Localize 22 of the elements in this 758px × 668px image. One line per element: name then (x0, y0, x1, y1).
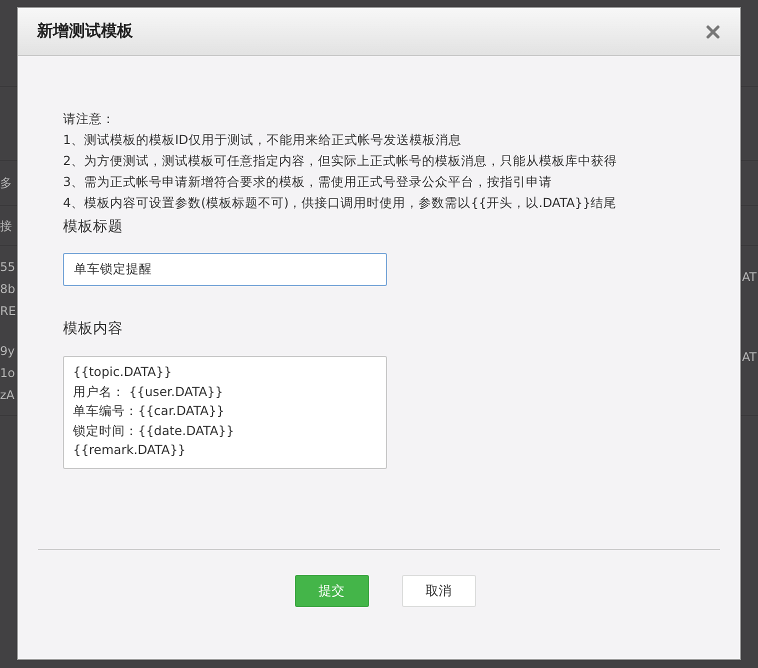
notice-text: 请注意： (63, 110, 116, 128)
notice-text: 3、需为正式帐号申请新增符合要求的模板，需使用正式号登录公众平台，按指引申请 (63, 173, 553, 191)
template-content-label: 模板内容 (63, 320, 124, 338)
notice-text: 4、模板内容可设置参数(模板标题不可)，供接口调用时使用，参数需以{{开头，以.DATA}}结尾 (63, 194, 618, 212)
dialog-title: 新增测试模板 (37, 21, 133, 42)
background-text-fragment: 8b (0, 281, 16, 298)
notice-text: 1、测试模板的模板ID仅用于测试，不能用来给正式帐号发送模板消息 (63, 131, 462, 149)
background-text-fragment: RE (0, 303, 17, 320)
background-text-fragment: AT (742, 349, 758, 366)
template-title-field[interactable]: 单车锁定提醒 (63, 253, 387, 286)
background-text-fragment: zA (0, 387, 16, 404)
close-icon[interactable] (706, 24, 720, 38)
template-title-label: 模板标题 (63, 218, 124, 236)
cancel-button[interactable]: 取消 (402, 575, 476, 607)
template-content-field[interactable]: {{topic.DATA}} 用户名： {{user.DATA}} 单车编号：{{car.DATA}} 锁定时间：{{date.DATA}} {{remark.DATA}} (63, 356, 387, 469)
background-text-fragment: 1o (0, 365, 16, 382)
background-text-fragment: 9y (0, 343, 16, 360)
background-text-fragment: 55 (0, 259, 16, 276)
background-text-fragment: 多 (0, 175, 13, 192)
notice-text: 2、为方便测试，测试模板可任意指定内容，但实际上正式帐号的模板消息，只能从模板库中获得 (63, 152, 618, 170)
background-text-fragment: 接 (0, 218, 13, 235)
background-text-fragment: AT (742, 269, 758, 286)
